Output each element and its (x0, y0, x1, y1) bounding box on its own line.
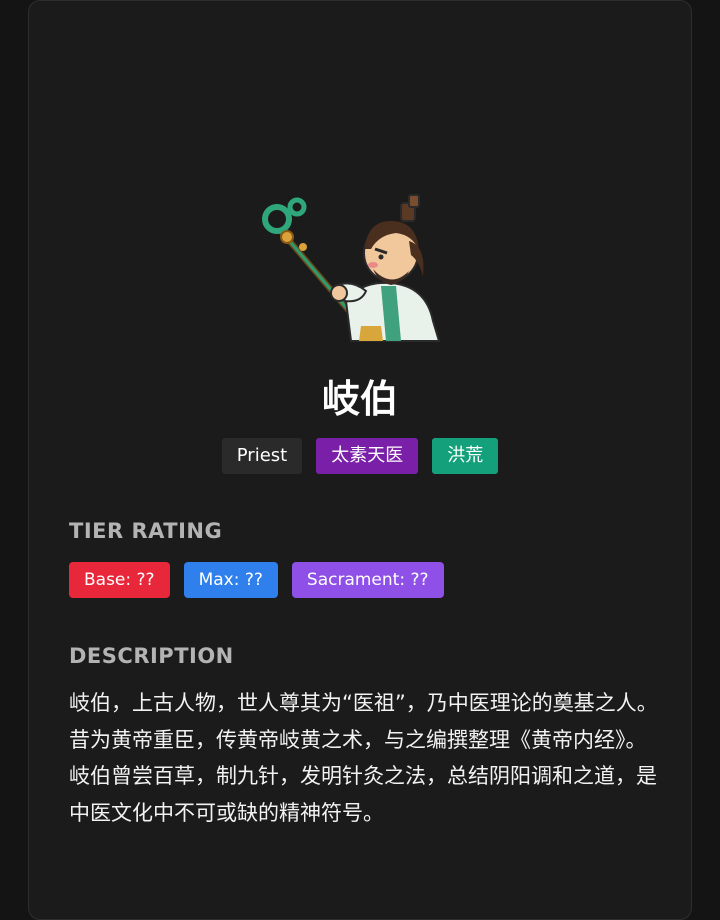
hero-portrait (262, 194, 441, 342)
title-tag: 太素天医 (316, 438, 419, 474)
sacrament-rating-badge: Sacrament: ?? (291, 562, 444, 598)
tier-ratings: Base: ?? Max: ?? Sacrament: ?? (69, 562, 444, 598)
hero-card: 岐伯 Priest 太素天医 洪荒 TIER RATING Base: ?? M… (28, 0, 692, 920)
description-text: 岐伯，上古人物，世人尊其为“医祖”，乃中医理论的奠基之人。昔为黄帝重臣，传黄帝岐… (69, 691, 658, 825)
description-heading: DESCRIPTION (69, 644, 234, 668)
base-rating-badge: Base: ?? (69, 562, 170, 598)
hero-name: 岐伯 (321, 377, 398, 421)
max-rating-badge: Max: ?? (183, 562, 278, 598)
hero-tags: Priest 太素天医 洪荒 (29, 438, 691, 474)
class-tag: Priest (221, 438, 303, 474)
faction-tag: 洪荒 (432, 438, 499, 474)
tier-rating-heading: TIER RATING (69, 519, 223, 543)
